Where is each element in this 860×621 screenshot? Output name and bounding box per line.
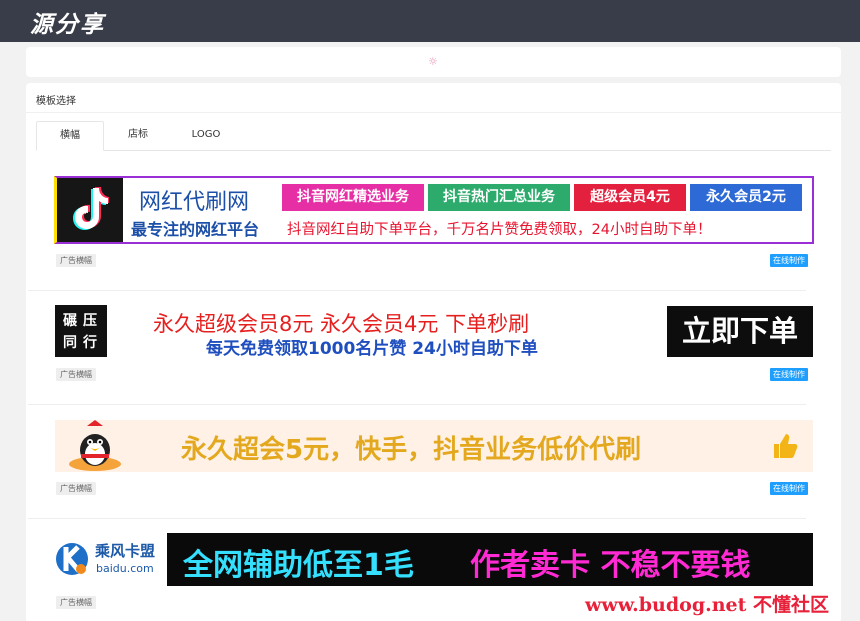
- tab-logo[interactable]: LOGO: [176, 121, 236, 151]
- banner-template-2[interactable]: 碾压 同行 永久超级会员8元 永久会员4元 下单秒刷 每天免费领取1000名片赞…: [55, 305, 813, 358]
- banner-template-3[interactable]: 永久超会5元，快手，抖音业务低价代刷: [55, 420, 813, 472]
- banner3-tag: 广告横幅: [56, 482, 96, 495]
- thumbs-up-icon: [774, 434, 798, 458]
- banner3-text: 永久超会5元，快手，抖音业务低价代刷: [181, 435, 642, 465]
- banner4-logo-name: 乘风卡盟: [95, 542, 156, 560]
- banner4-tag: 广告横幅: [56, 596, 96, 609]
- banner2-line2: 每天免费领取1000名片赞 24小时自助下单: [206, 339, 538, 358]
- banner1-make-button[interactable]: 在线制作: [770, 254, 808, 267]
- template-tabs: 横幅 店标 LOGO: [36, 121, 831, 151]
- banner-template-4[interactable]: 乘风卡盟 baidu.com 全网辅助低至1毛 作者卖卡 不稳不要钱: [55, 533, 813, 586]
- loading-card: ☼: [26, 47, 841, 77]
- banner1-box-1: 抖音网红精选业务: [282, 184, 424, 211]
- row-divider: [28, 518, 806, 519]
- banner4-black-strip: 全网辅助低至1毛 作者卖卡 不稳不要钱: [167, 533, 813, 586]
- panel-title: 模板选择: [36, 96, 76, 107]
- banner4-text1: 全网辅助低至1毛: [183, 548, 414, 583]
- penguin-mascot-icon: [69, 420, 121, 471]
- banner1-title: 网红代刷网: [139, 190, 250, 215]
- banner1-tag: 广告横幅: [56, 254, 96, 267]
- k-logo-icon: [56, 543, 88, 575]
- site-logo[interactable]: 源分享: [30, 5, 105, 39]
- banner2-logo: 碾压 同行: [55, 305, 107, 357]
- banner1-box-3: 超级会员4元: [574, 184, 686, 211]
- banner1-slogan: 抖音网红自助下单平台，千万名片赞免费领取，24小时自助下单！: [287, 222, 712, 238]
- loading-icon: ☼: [428, 55, 438, 68]
- watermark-text: www.budog.net 不懂社区: [585, 594, 830, 616]
- tab-shop-sign[interactable]: 店标: [108, 121, 168, 151]
- row-divider: [28, 404, 806, 405]
- banner3-make-button[interactable]: 在线制作: [770, 482, 808, 495]
- douyin-logo: [57, 178, 123, 242]
- banner4-text2: 作者卖卡 不稳不要钱: [470, 548, 751, 583]
- top-bar: 源分享: [0, 0, 860, 42]
- tab-banner[interactable]: 横幅: [36, 121, 104, 151]
- banner4-logo: 乘风卡盟 baidu.com: [55, 537, 165, 583]
- banner2-make-button[interactable]: 在线制作: [770, 368, 808, 381]
- banner1-box-2: 抖音热门汇总业务: [428, 184, 570, 211]
- banner2-tag: 广告横幅: [56, 368, 96, 381]
- banner-template-1[interactable]: 网红代刷网 最专注的网红平台 抖音网红精选业务 抖音热门汇总业务 超级会员4元 …: [54, 176, 814, 244]
- row-divider: [28, 290, 806, 291]
- music-note-icon: [73, 187, 109, 230]
- banner1-box-4: 永久会员2元: [690, 184, 802, 211]
- panel-divider: [26, 112, 841, 113]
- banner2-cta: 立即下单: [667, 306, 813, 357]
- banner2-logo-line2: 同行: [63, 335, 103, 351]
- banner4-logo-domain: baidu.com: [96, 562, 154, 575]
- banner1-subtitle: 最专注的网红平台: [131, 220, 260, 239]
- banner2-logo-line1: 碾压: [63, 313, 103, 329]
